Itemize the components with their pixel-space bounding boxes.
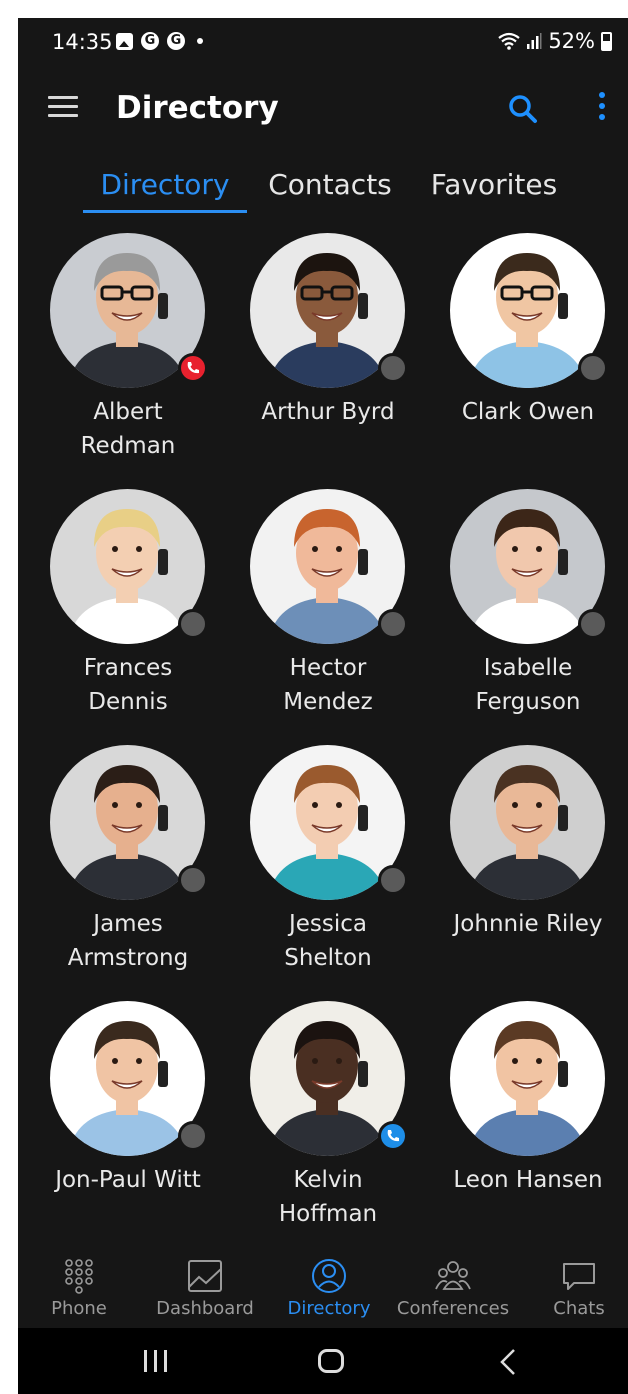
contact-name: Albert Redman: [28, 395, 228, 463]
contact-name-line: Leon Hansen: [453, 1167, 603, 1193]
tab-directory[interactable]: Directory: [83, 168, 247, 201]
contact-name-line: Redman: [80, 433, 176, 459]
status-offline-dot: [178, 609, 208, 639]
nav-conferences[interactable]: Conferences: [392, 1248, 514, 1319]
status-offline-dot: [178, 1121, 208, 1151]
contact-name: James Armstrong: [28, 907, 228, 975]
status-right: 52%: [498, 29, 612, 53]
status-offline-dot: [378, 609, 408, 639]
contact-name-line: Dennis: [88, 689, 168, 715]
contact-name-line: Armstrong: [67, 945, 189, 971]
contact-name-line: Frances: [83, 655, 173, 681]
status-offline-dot: [378, 865, 408, 895]
contact-name-line: Johnnie Riley: [453, 911, 603, 937]
contact-name: Frances Dennis: [28, 651, 228, 719]
avatar[interactable]: [450, 745, 605, 900]
contact-name-line: Ferguson: [475, 689, 581, 715]
chat-icon: [563, 1263, 595, 1290]
battery-icon: [601, 31, 612, 51]
contact-name-line: Isabelle: [483, 655, 573, 681]
contact-name: Jessica Shelton: [228, 907, 428, 975]
contact-name: Arthur Byrd: [228, 395, 428, 429]
phone-screen: 14:35 G G 52% Directory Directory Contac…: [18, 18, 628, 1394]
home-button[interactable]: [318, 1349, 344, 1373]
directory-icon: [312, 1259, 346, 1293]
contact-name-line: Mendez: [283, 689, 373, 715]
wifi-icon: [498, 32, 520, 50]
status-offline-dot: [378, 353, 408, 383]
system-nav-bar: [18, 1328, 628, 1394]
status-offline-dot: [178, 865, 208, 895]
status-time: 14:35: [52, 30, 113, 54]
status-oncall-icon: [378, 1121, 408, 1151]
recent-apps-button[interactable]: [144, 1350, 168, 1372]
contact-name-line: Albert: [93, 399, 163, 425]
nav-label: Conferences: [396, 1298, 510, 1319]
contact-name: Jon-Paul Witt: [28, 1163, 228, 1197]
more-vert-icon[interactable]: [590, 92, 614, 132]
conferences-icon: [435, 1261, 471, 1290]
battery-percent: 52%: [548, 29, 595, 53]
contact-name-line: Clark Owen: [461, 399, 595, 425]
nav-chats[interactable]: Chats: [518, 1248, 628, 1319]
dialpad-icon: [65, 1259, 93, 1294]
page-title: Directory: [116, 90, 279, 126]
avatar[interactable]: [450, 1001, 605, 1156]
contact-name-line: Jon-Paul Witt: [55, 1167, 201, 1193]
signal-icon: [527, 33, 542, 49]
contact-name: Isabelle Ferguson: [428, 651, 628, 719]
gallery-icon: [116, 32, 133, 50]
nav-directory[interactable]: Directory: [268, 1248, 390, 1319]
status-offline-dot: [578, 353, 608, 383]
contact-name-line: Kelvin: [293, 1167, 363, 1193]
contact-name: Clark Owen: [428, 395, 628, 429]
contact-name: Leon Hansen: [428, 1163, 628, 1197]
contact-name-line: Hoffman: [278, 1201, 378, 1227]
g-icon: G: [167, 32, 185, 50]
hamburger-icon[interactable]: [48, 96, 78, 120]
contact-name: Johnnie Riley: [428, 907, 628, 941]
contact-name-line: Jessica: [288, 911, 368, 937]
contact-name-line: James: [93, 911, 163, 937]
search-icon[interactable]: [504, 90, 544, 130]
tab-bar: Directory Contacts Favorites: [18, 160, 628, 216]
dot-icon: [197, 38, 203, 44]
contact-name-line: Arthur Byrd: [261, 399, 395, 425]
contact-name: Kelvin Hoffman: [228, 1163, 428, 1231]
nav-dashboard[interactable]: Dashboard: [144, 1248, 266, 1319]
nav-phone[interactable]: Phone: [18, 1248, 140, 1319]
bottom-nav: Phone Dashboard Directory Conferences Ch…: [18, 1248, 628, 1328]
status-offline-dot: [578, 609, 608, 639]
nav-label: Directory: [287, 1298, 371, 1319]
nav-label: Phone: [51, 1298, 107, 1319]
status-bar: 14:35 G G 52%: [18, 18, 628, 66]
notification-icons: G G: [116, 32, 203, 50]
app-bar: Directory: [18, 78, 628, 142]
tab-favorites[interactable]: Favorites: [423, 168, 565, 201]
contact-name-line: Shelton: [284, 945, 372, 971]
dashboard-icon: [188, 1260, 222, 1292]
status-busy-icon: [178, 353, 208, 383]
tab-indicator: [83, 210, 247, 213]
nav-label: Dashboard: [156, 1298, 254, 1319]
contact-name-line: Hector: [289, 655, 367, 681]
back-button[interactable]: [496, 1348, 520, 1376]
nav-label: Chats: [553, 1298, 605, 1319]
tab-contacts[interactable]: Contacts: [263, 168, 397, 201]
contact-name: Hector Mendez: [228, 651, 428, 719]
g-icon: G: [141, 32, 159, 50]
